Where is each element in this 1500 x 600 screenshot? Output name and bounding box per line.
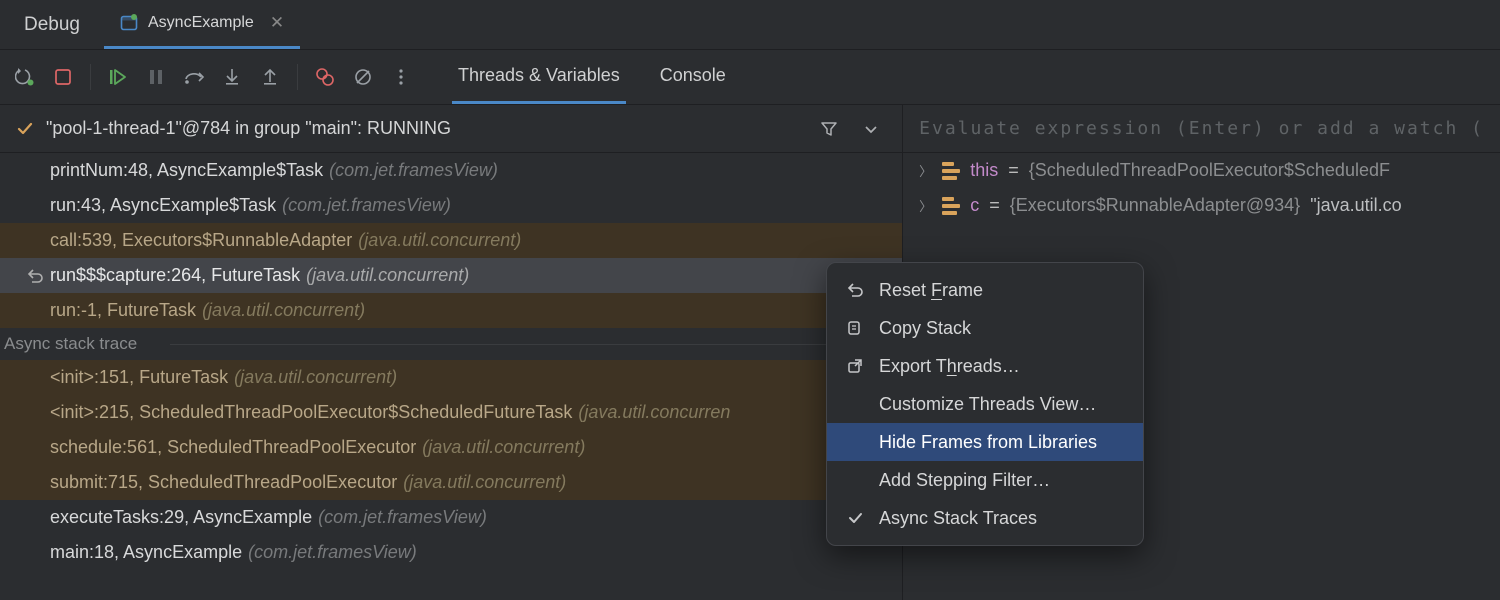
frame-package: (java.util.concurrent) [306, 265, 469, 286]
stack-frame[interactable]: run$$$capture:264, FutureTask (java.util.… [0, 258, 902, 293]
stack-frame[interactable]: <init>:215, ScheduledThreadPoolExecutor$… [0, 395, 902, 430]
ctx-label: Add Stepping Filter… [879, 470, 1050, 491]
reset-frame-icon [26, 267, 44, 285]
frame-package: (java.util.concurrent) [422, 437, 585, 458]
frame-package: (java.util.concurren [578, 402, 730, 423]
debug-tabs: Threads & Variables Console [452, 50, 732, 104]
frame-package: (com.jet.framesView) [282, 195, 451, 216]
variable-row[interactable]: 〉this={ScheduledThreadPoolExecutor$Sched… [903, 153, 1500, 188]
panel-title: Debug [0, 14, 104, 36]
chevron-right-icon[interactable]: 〉 [919, 196, 932, 215]
step-out-button[interactable] [255, 62, 285, 92]
var-value: {ScheduledThreadPoolExecutor$ScheduledF [1029, 160, 1390, 181]
debug-toolbar: Threads & Variables Console [0, 50, 1500, 105]
frame-main: run$$$capture:264, FutureTask [50, 265, 300, 286]
stack-frame[interactable]: main:18, AsyncExample (com.jet.framesView… [0, 535, 902, 570]
frame-main: main:18, AsyncExample [50, 542, 242, 563]
frame-package: (com.jet.framesView) [248, 542, 417, 563]
frames-context-menu: Reset Frame Copy Stack Export Threads… C… [826, 262, 1144, 546]
separator [90, 64, 91, 90]
tab-asyncexample[interactable]: AsyncExample ✕ [104, 0, 300, 49]
thread-selector[interactable]: "pool-1-thread-1"@784 in group "main": R… [0, 105, 902, 153]
frame-main: run:43, AsyncExample$Task [50, 195, 276, 216]
stack-frame[interactable]: run:-1, FutureTask (java.util.concurrent) [0, 293, 902, 328]
ctx-async-stack-traces[interactable]: Async Stack Traces [827, 499, 1143, 537]
ctx-label: Customize Threads View… [879, 394, 1096, 415]
frame-main: submit:715, ScheduledThreadPoolExecutor [50, 472, 397, 493]
ctx-label: Async Stack Traces [879, 508, 1037, 529]
frame-package: (java.util.concurrent) [358, 230, 521, 251]
ctx-label: Export Threads… [879, 356, 1020, 377]
copy-icon [845, 319, 865, 337]
rerun-button[interactable] [10, 62, 40, 92]
object-icon [942, 162, 960, 180]
frame-main: run:-1, FutureTask [50, 300, 196, 321]
debug-tabbar: Debug AsyncExample ✕ [0, 0, 1500, 50]
async-section-label: Async stack trace [0, 328, 902, 360]
variable-row[interactable]: 〉c={Executors$RunnableAdapter@934} "java… [903, 188, 1500, 223]
check-icon [845, 510, 865, 526]
separator [297, 64, 298, 90]
view-breakpoints-button[interactable] [310, 62, 340, 92]
ctx-label: Reset Frame [879, 280, 983, 301]
frame-package: (com.jet.framesView) [318, 507, 487, 528]
frame-main: <init>:151, FutureTask [50, 367, 228, 388]
chevron-right-icon[interactable]: 〉 [919, 161, 932, 180]
frame-package: (java.util.concurrent) [202, 300, 365, 321]
ctx-copy-stack[interactable]: Copy Stack [827, 309, 1143, 347]
tab-console[interactable]: Console [654, 50, 732, 104]
stack-frame[interactable]: executeTasks:29, AsyncExample (com.jet.fr… [0, 500, 902, 535]
frame-package: (java.util.concurrent) [403, 472, 566, 493]
resume-button[interactable] [103, 62, 133, 92]
stack-frame[interactable]: schedule:561, ScheduledThreadPoolExecuto… [0, 430, 902, 465]
thread-label: "pool-1-thread-1"@784 in group "main": R… [46, 118, 451, 139]
frame-package: (java.util.concurrent) [234, 367, 397, 388]
more-icon[interactable] [386, 62, 416, 92]
close-icon[interactable]: ✕ [270, 13, 284, 33]
frame-main: call:539, Executors$RunnableAdapter [50, 230, 352, 251]
var-string: "java.util.co [1310, 195, 1401, 216]
stack-frame[interactable]: call:539, Executors$RunnableAdapter (java… [0, 223, 902, 258]
ctx-hide-library-frames[interactable]: Hide Frames from Libraries [827, 423, 1143, 461]
frames-list[interactable]: printNum:48, AsyncExample$Task (com.jet.f… [0, 153, 902, 600]
stack-frame[interactable]: run:43, AsyncExample$Task (com.jet.frames… [0, 188, 902, 223]
export-icon [845, 357, 865, 375]
frame-package: (com.jet.framesView) [329, 160, 498, 181]
ctx-label: Copy Stack [879, 318, 971, 339]
pause-button[interactable] [141, 62, 171, 92]
ctx-add-stepping-filter[interactable]: Add Stepping Filter… [827, 461, 1143, 499]
ctx-reset-frame[interactable]: Reset Frame [827, 271, 1143, 309]
frame-main: <init>:215, ScheduledThreadPoolExecutor$… [50, 402, 572, 423]
frame-main: executeTasks:29, AsyncExample [50, 507, 312, 528]
filter-icon[interactable] [814, 114, 844, 144]
step-into-button[interactable] [217, 62, 247, 92]
chevron-down-icon[interactable] [856, 114, 886, 144]
stack-frame[interactable]: printNum:48, AsyncExample$Task (com.jet.f… [0, 153, 902, 188]
ctx-export-threads[interactable]: Export Threads… [827, 347, 1143, 385]
run-config-icon [120, 14, 138, 32]
check-icon [16, 120, 34, 138]
tab-threads-variables[interactable]: Threads & Variables [452, 50, 626, 104]
var-name: this [970, 160, 998, 181]
tab-label: AsyncExample [148, 14, 254, 32]
reset-frame-icon [845, 281, 865, 299]
frames-panel: "pool-1-thread-1"@784 in group "main": R… [0, 105, 903, 600]
ctx-label: Hide Frames from Libraries [879, 432, 1097, 453]
var-name: c [970, 195, 979, 216]
stack-frame[interactable]: <init>:151, FutureTask (java.util.concurr… [0, 360, 902, 395]
main-area: "pool-1-thread-1"@784 in group "main": R… [0, 105, 1500, 600]
step-over-button[interactable] [179, 62, 209, 92]
stack-frame[interactable]: submit:715, ScheduledThreadPoolExecutor (… [0, 465, 902, 500]
stop-button[interactable] [48, 62, 78, 92]
evaluate-input[interactable]: Evaluate expression (Enter) or add a wat… [903, 105, 1500, 153]
variables-list[interactable]: 〉this={ScheduledThreadPoolExecutor$Sched… [903, 153, 1500, 223]
object-icon [942, 197, 960, 215]
frame-main: schedule:561, ScheduledThreadPoolExecuto… [50, 437, 416, 458]
var-value: {Executors$RunnableAdapter@934} [1010, 195, 1300, 216]
ctx-customize-view[interactable]: Customize Threads View… [827, 385, 1143, 423]
frame-main: printNum:48, AsyncExample$Task [50, 160, 323, 181]
mute-breakpoints-button[interactable] [348, 62, 378, 92]
